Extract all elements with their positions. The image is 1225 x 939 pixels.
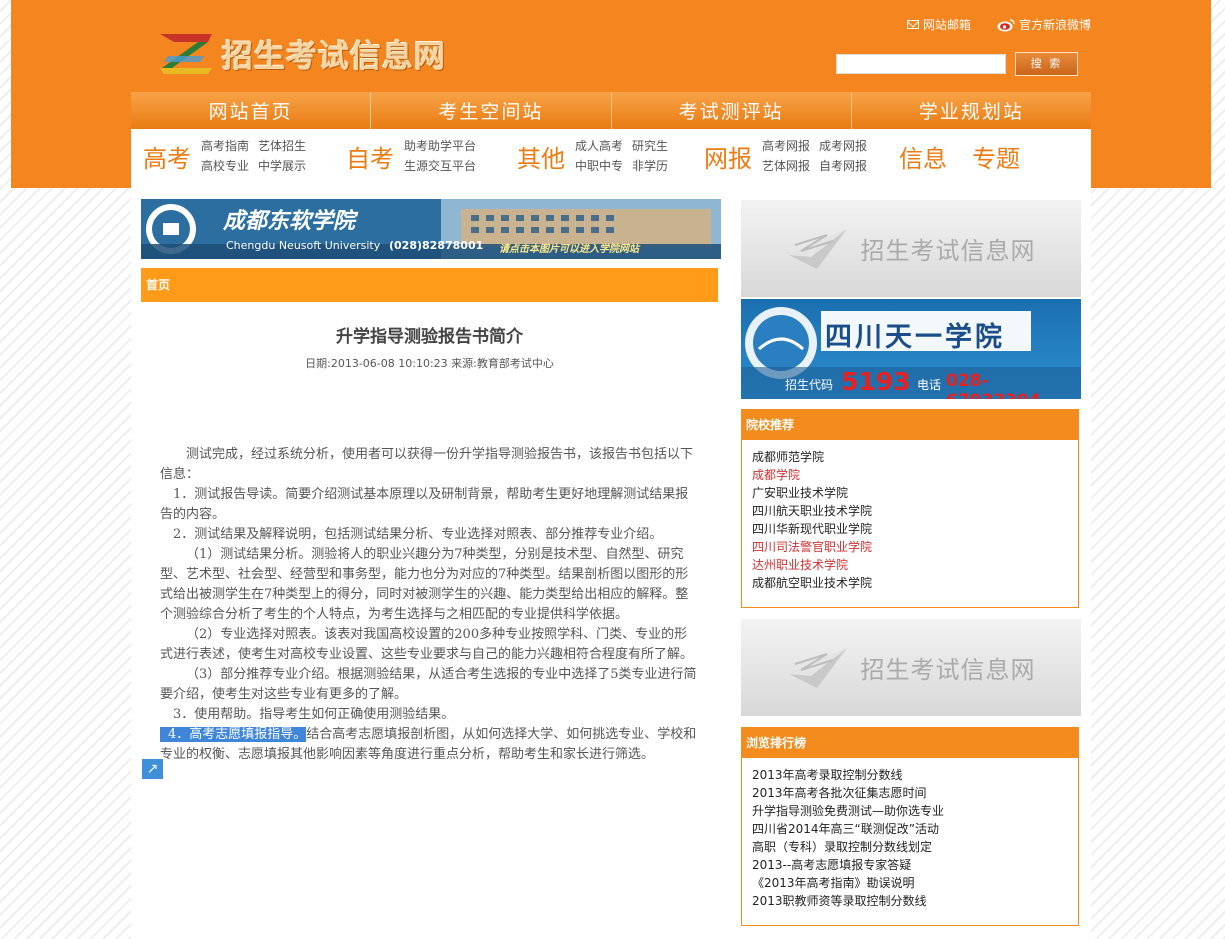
banner-neusoft-name: 成都东软学院 xyxy=(223,208,356,234)
tianyi-code-label: 招生代码 xyxy=(785,378,834,392)
search-button[interactable]: 搜 索 xyxy=(1015,52,1078,76)
mail-icon xyxy=(906,20,919,29)
mail-link-label: 网站邮箱 xyxy=(922,18,971,32)
breadcrumb: 首页 xyxy=(141,268,718,302)
tab-exam-evaluation[interactable]: 考试测评站 xyxy=(612,92,852,129)
category-online-register[interactable]: 网报 xyxy=(704,139,752,174)
logo-text: 招生考试信息网 xyxy=(222,38,446,75)
category-topics[interactable]: 专题 xyxy=(972,139,1020,174)
link-art-register[interactable]: 艺体网报 xyxy=(762,157,810,174)
ad-banner-bottom[interactable]: 招生考试信息网 xyxy=(741,619,1081,716)
list-item[interactable]: 2013年高考录取控制分数线 xyxy=(752,766,1068,784)
gaokao-links: 高考指南 艺体招生 高校专业 中学展示 xyxy=(201,137,306,174)
list-item[interactable]: 升学指导测验免费测试—助你选专业 xyxy=(752,802,1068,820)
list-item[interactable]: 《2013年高考指南》勘误说明 xyxy=(752,874,1068,892)
article-paragraph: 测试完成，经过系统分析，使用者可以获得一份升学指导测验报告书，该报告书包括以下信… xyxy=(160,447,694,482)
tianyi-phone-label: 电话 xyxy=(917,378,942,392)
selected-text: 4．高考志愿填报指导。 xyxy=(160,727,307,742)
link-study-platform[interactable]: 助考助学平台 xyxy=(404,137,476,154)
tianyi-name: 四川天一学院 xyxy=(825,322,1005,353)
mail-link[interactable]: 网站邮箱 xyxy=(906,16,971,33)
list-item[interactable]: 四川司法警官职业学院 xyxy=(752,538,1068,556)
tab-home[interactable]: 网站首页 xyxy=(131,92,372,129)
tab-student-space[interactable]: 考生空间站 xyxy=(371,92,612,129)
school-list: 成都师范学院 成都学院 广安职业技术学院 四川航天职业技术学院 四川华新现代职业… xyxy=(742,440,1078,600)
zikao-links: 助考助学平台 生源交互平台 xyxy=(404,137,476,174)
article-paragraph: （3）部分推荐专业介绍。根据测验结果，从适合考生选报的专业中选择了5类专业进行简… xyxy=(160,667,697,702)
school-recommend-box: 院校推荐 成都师范学院 成都学院 广安职业技术学院 四川航天职业技术学院 四川华… xyxy=(741,409,1079,608)
search-input[interactable] xyxy=(836,54,1006,74)
ranking-box: 浏览排行榜 2013年高考录取控制分数线 2013年高考各批次征集志愿时间 升学… xyxy=(741,727,1079,926)
list-item[interactable]: 成都师范学院 xyxy=(752,448,1068,466)
category-gaokao[interactable]: 高考 xyxy=(143,139,191,174)
link-school-showcase[interactable]: 中学展示 xyxy=(258,157,306,174)
list-item[interactable]: 成都学院 xyxy=(752,466,1068,484)
tianyi-phone: 028-67933394 xyxy=(946,371,1041,399)
category-info[interactable]: 信息 xyxy=(899,139,947,174)
article-paragraph: 3．使用帮助。指导考生如何正确使用测验结果。 xyxy=(173,707,455,722)
ranking-title: 浏览排行榜 xyxy=(742,728,1078,758)
link-zikao-register[interactable]: 自考网报 xyxy=(819,157,867,174)
link-vocational[interactable]: 中职中专 xyxy=(575,157,623,174)
link-gaokao-guide[interactable]: 高考指南 xyxy=(201,137,249,154)
link-student-platform[interactable]: 生源交互平台 xyxy=(404,157,476,174)
list-item[interactable]: 广安职业技术学院 xyxy=(752,484,1068,502)
logo-mark-icon xyxy=(160,34,212,74)
list-item[interactable]: 达州职业技术学院 xyxy=(752,556,1068,574)
weibo-link-label: 官方新浪微博 xyxy=(1018,18,1091,32)
category-zikao[interactable]: 自考 xyxy=(346,139,394,174)
list-item[interactable]: 四川华新现代职业学院 xyxy=(752,520,1068,538)
banner-neusoft-name-en: Chengdu Neusoft University xyxy=(226,239,381,252)
list-item[interactable]: 2013年高考各批次征集志愿时间 xyxy=(752,784,1068,802)
banner-tianyi[interactable]: 四川天一学院 招生代码 5193 电话 028-67933394 xyxy=(741,299,1081,399)
site-logo[interactable]: 招生考试信息网 xyxy=(158,30,446,76)
list-item[interactable]: 四川航天职业技术学院 xyxy=(752,502,1068,520)
weibo-icon xyxy=(997,18,1015,31)
article-meta: 日期:2013-06-08 10:10:23 来源:教育部考试中心 xyxy=(305,357,554,370)
online-register-links: 高考网报 成考网报 艺体网报 自考网报 xyxy=(762,137,867,174)
weibo-link[interactable]: 官方新浪微博 xyxy=(997,16,1091,33)
main-nav: 网站首页 考生空间站 考试测评站 学业规划站 xyxy=(131,92,1091,129)
link-college-majors[interactable]: 高校专业 xyxy=(201,157,249,174)
article-body: 测试完成，经过系统分析，使用者可以获得一份升学指导测验报告书，该报告书包括以下信… xyxy=(160,445,700,765)
paper-plane-icon xyxy=(788,228,847,269)
article-paragraph: 4．高考志愿填报指导。结合高考志愿填报剖析图，从如何选择大学、如何挑选专业、学校… xyxy=(160,725,700,765)
link-graduate[interactable]: 研究生 xyxy=(632,137,668,154)
list-item[interactable]: 2013--高考志愿填报专家答疑 xyxy=(752,856,1068,874)
tianyi-code: 5193 xyxy=(841,367,911,396)
share-arrow-icon[interactable]: ↗ xyxy=(141,758,164,780)
article-paragraph: 2．测试结果及解释说明，包括测试结果分析、专业选择对照表、部分推荐专业介绍。 xyxy=(173,527,663,542)
school-recommend-title: 院校推荐 xyxy=(742,410,1078,440)
article-paragraph: 1．测试报告导读。简要介绍测试基本原理以及研制背景，帮助考生更好地理解测试结果报… xyxy=(160,487,689,522)
article-title: 升学指导测验报告书简介 xyxy=(336,327,523,347)
list-item[interactable]: 四川省2014年高三“联测促改”活动 xyxy=(752,820,1068,838)
article-paragraph: （2）专业选择对照表。该表对我国高校设置的200多种专业按照学科、门类、专业的形… xyxy=(160,627,694,662)
banner-neusoft-tip: 请点击本图片可以进入学院网站 xyxy=(499,244,639,255)
list-item[interactable]: 2013职教师资等录取控制分数线 xyxy=(752,892,1068,910)
ad-banner-top[interactable]: 招生考试信息网 xyxy=(741,200,1081,297)
other-links: 成人高考 研究生 中职中专 非学历 xyxy=(575,137,668,174)
banner-neusoft[interactable]: 成都东软学院 Chengdu Neusoft University (028)8… xyxy=(141,199,721,259)
link-gaokao-register[interactable]: 高考网报 xyxy=(762,137,810,154)
ad-banner-text: 招生考试信息网 xyxy=(860,237,1036,265)
top-links: 网站邮箱 官方新浪微博 xyxy=(906,16,1091,33)
banner-neusoft-phone: (028)82878001 xyxy=(389,239,484,252)
article-paragraph: （1）测试结果分析。测验将人的职业兴趣分为7种类型，分别是技术型、自然型、研究型… xyxy=(160,547,689,622)
link-non-degree[interactable]: 非学历 xyxy=(632,157,668,174)
tab-study-planning[interactable]: 学业规划站 xyxy=(852,92,1091,129)
link-adult-register[interactable]: 成考网报 xyxy=(819,137,867,154)
ranking-list: 2013年高考录取控制分数线 2013年高考各批次征集志愿时间 升学指导测验免费… xyxy=(742,758,1078,918)
category-other[interactable]: 其他 xyxy=(517,139,565,174)
breadcrumb-home[interactable]: 首页 xyxy=(146,278,170,292)
ad-banner-text: 招生考试信息网 xyxy=(860,656,1036,684)
list-item[interactable]: 高职（专科）录取控制分数线划定 xyxy=(752,838,1068,856)
link-art-sports[interactable]: 艺体招生 xyxy=(258,137,306,154)
list-item[interactable]: 成都航空职业技术学院 xyxy=(752,574,1068,592)
paper-plane-icon xyxy=(788,647,847,688)
link-adult-exam[interactable]: 成人高考 xyxy=(575,137,623,154)
category-row: 高考 高考指南 艺体招生 高校专业 中学展示 自考 助考助学平台 生源交互平台 … xyxy=(131,129,1091,188)
